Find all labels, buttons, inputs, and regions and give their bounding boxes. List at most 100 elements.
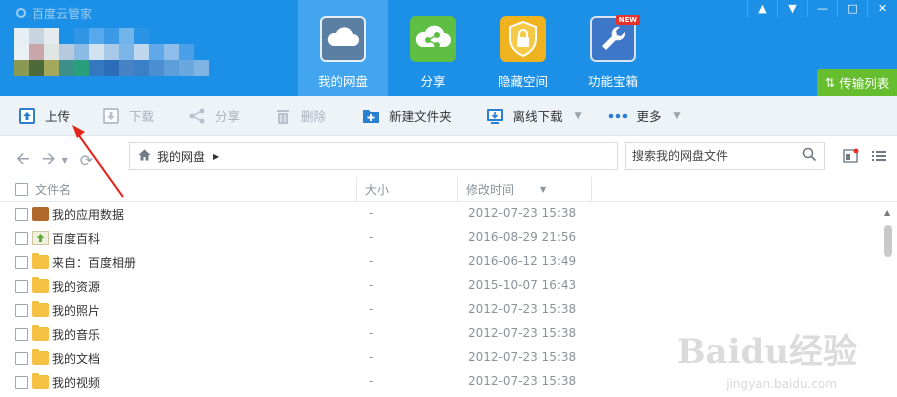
- file-name[interactable]: 百度百科: [52, 230, 100, 247]
- tab-share[interactable]: 分享: [388, 0, 478, 96]
- file-date: 2012-07-23 15:38: [468, 206, 577, 220]
- chevron-down-icon[interactable]: ▼: [674, 111, 681, 121]
- table-row[interactable]: 我的应用数据 - 2012-07-23 15:38: [0, 203, 880, 227]
- file-date: 2012-07-23 15:38: [468, 350, 577, 364]
- main-nav: 我的网盘 分享 隐藏空间 NEW 功能宝箱: [298, 0, 658, 96]
- scrollbar-thumb[interactable]: [884, 225, 892, 257]
- folder-icon: [32, 301, 49, 317]
- share-label: 分享: [215, 109, 241, 124]
- upload-label: 上传: [45, 109, 71, 124]
- transfer-list-label: 传输列表: [839, 76, 890, 91]
- column-size-label: 大小: [365, 183, 390, 197]
- more-button[interactable]: 更多 ▼: [594, 96, 693, 136]
- close-icon[interactable]: ✕: [867, 0, 897, 17]
- row-checkbox[interactable]: [15, 232, 28, 245]
- row-checkbox[interactable]: [15, 280, 28, 293]
- tab-label: 我的网盘: [317, 74, 368, 89]
- briefcase-icon: [32, 207, 49, 221]
- tab-toolbox[interactable]: NEW 功能宝箱: [568, 0, 658, 96]
- scroll-up-icon[interactable]: ▲: [884, 208, 890, 217]
- new-badge: NEW: [615, 15, 640, 25]
- delete-button[interactable]: 删除: [252, 96, 338, 136]
- history-dropdown-icon[interactable]: ▼: [62, 156, 68, 165]
- minimize-icon[interactable]: —: [807, 0, 837, 17]
- list-view-icon[interactable]: [871, 148, 887, 167]
- file-size: -: [369, 302, 374, 316]
- row-checkbox[interactable]: [15, 304, 28, 317]
- grid-view-icon[interactable]: [843, 148, 859, 167]
- column-name[interactable]: 文件名: [35, 181, 71, 198]
- app-header: 百度云管家 ▲ ▼ — □ ✕ 我的网盘 分享 隐藏空间 NEW 功能宝箱 ⇅ …: [0, 0, 897, 96]
- row-checkbox[interactable]: [15, 256, 28, 269]
- download-icon: [102, 107, 120, 125]
- tab-label: 功能宝箱: [587, 74, 638, 89]
- column-modified-label: 修改时间: [466, 183, 515, 197]
- new-folder-button[interactable]: 新建文件夹: [338, 96, 464, 136]
- folder-icon: [32, 253, 49, 269]
- file-name[interactable]: 我的应用数据: [52, 206, 124, 223]
- file-name[interactable]: 我的文档: [52, 350, 100, 367]
- row-checkbox[interactable]: [15, 376, 28, 389]
- breadcrumb[interactable]: 我的网盘 ▶: [129, 142, 618, 170]
- file-date: 2012-07-23 15:38: [468, 374, 577, 388]
- column-modified[interactable]: 修改时间 ▼: [457, 177, 592, 202]
- refresh-icon[interactable]: ⟳: [80, 151, 93, 170]
- table-row[interactable]: 百度百科 - 2016-08-29 21:56: [0, 227, 880, 251]
- home-icon[interactable]: [138, 149, 151, 164]
- file-date: 2016-08-29 21:56: [468, 230, 577, 244]
- download-label: 下载: [129, 109, 155, 124]
- select-all-checkbox[interactable]: [15, 183, 28, 196]
- vertical-scrollbar[interactable]: ▲: [880, 203, 897, 397]
- share-button[interactable]: 分享: [166, 96, 252, 136]
- file-size: -: [369, 374, 374, 388]
- share-icon: [410, 16, 456, 62]
- breadcrumb-root[interactable]: 我的网盘: [157, 148, 205, 165]
- maximize-icon[interactable]: □: [837, 0, 867, 17]
- file-date: 2012-07-23 15:38: [468, 302, 577, 316]
- upload-button[interactable]: 上传: [0, 96, 82, 136]
- toolbar: 上传 下载 分享 删除 新建文件夹 离线下载 ▼ 更多 ▼: [0, 96, 897, 136]
- bell-icon[interactable]: ▲: [747, 0, 777, 17]
- column-size[interactable]: 大小: [356, 177, 457, 202]
- search-input[interactable]: [632, 149, 792, 163]
- tab-label: 隐藏空间: [497, 74, 548, 89]
- file-date: 2015-10-07 16:43: [468, 278, 577, 292]
- delete-label: 删除: [301, 109, 327, 124]
- transfer-icon: ⇅: [824, 75, 836, 90]
- file-name[interactable]: 我的资源: [52, 278, 100, 295]
- table-row[interactable]: 我的照片 - 2012-07-23 15:38: [0, 299, 880, 323]
- window-controls: ▲ ▼ — □ ✕: [747, 0, 897, 17]
- table-row[interactable]: 来自：百度相册 - 2016-06-12 13:49: [0, 251, 880, 275]
- row-checkbox[interactable]: [15, 328, 28, 341]
- file-size: -: [369, 254, 374, 268]
- offline-download-icon: [486, 107, 504, 125]
- table-row[interactable]: 我的资源 - 2015-10-07 16:43: [0, 275, 880, 299]
- offline-download-label: 离线下载: [512, 109, 563, 124]
- download-button[interactable]: 下载: [82, 96, 166, 136]
- row-checkbox[interactable]: [15, 208, 28, 221]
- file-name[interactable]: 我的照片: [52, 302, 100, 319]
- watermark: Baidu经验: [676, 332, 857, 372]
- chevron-right-icon[interactable]: ▶: [213, 152, 219, 161]
- user-avatar-mosaic[interactable]: [14, 28, 224, 76]
- more-dots-icon: [608, 107, 628, 125]
- tab-hidden-space[interactable]: 隐藏空间: [478, 0, 568, 96]
- transfer-list-button[interactable]: ⇅ 传输列表: [817, 69, 897, 96]
- file-name[interactable]: 我的视频: [52, 374, 100, 391]
- offline-download-button[interactable]: 离线下载 ▼: [464, 96, 594, 136]
- search-icon[interactable]: [802, 147, 817, 165]
- menu-icon[interactable]: ▼: [777, 0, 807, 17]
- upload-file-icon: [32, 231, 49, 245]
- row-checkbox[interactable]: [15, 352, 28, 365]
- forward-arrow-icon[interactable]: 🡪: [42, 146, 56, 175]
- window-title: 百度云管家: [16, 3, 92, 23]
- file-name[interactable]: 来自：百度相册: [52, 254, 136, 271]
- file-size: -: [369, 230, 374, 244]
- watermark-url: jingyan.baidu.com: [726, 377, 837, 391]
- chevron-down-icon[interactable]: ▼: [575, 111, 582, 121]
- more-label: 更多: [636, 109, 662, 124]
- back-arrow-icon[interactable]: 🡨: [16, 146, 30, 175]
- file-name[interactable]: 我的音乐: [52, 326, 100, 343]
- trash-icon: [274, 107, 292, 125]
- tab-my-netdisk[interactable]: 我的网盘: [298, 0, 388, 96]
